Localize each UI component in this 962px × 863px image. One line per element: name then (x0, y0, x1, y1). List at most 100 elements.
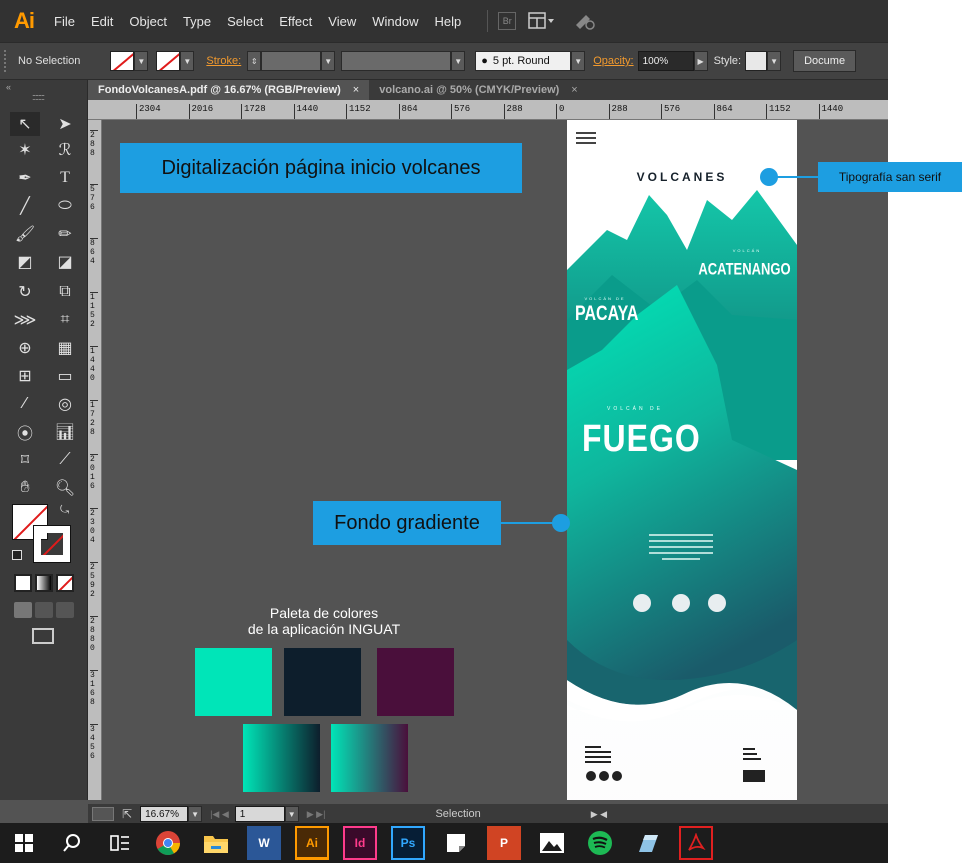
draw-inside-icon[interactable] (56, 602, 74, 618)
stroke-weight-stepper[interactable]: ⇕ (247, 51, 262, 71)
file-explorer-icon[interactable] (199, 826, 233, 860)
pen-tool-icon[interactable]: ✒ (10, 166, 40, 190)
slice-tool-icon[interactable]: ⟋ (50, 448, 80, 472)
bridge-button[interactable]: Br (498, 12, 517, 30)
rotate-tool-icon[interactable]: ↻ (10, 280, 40, 304)
hand-tool-icon[interactable]: ✋︎ (10, 476, 40, 500)
chrome-icon[interactable] (151, 826, 185, 860)
variable-width-dropdown[interactable]: ▼ (451, 51, 466, 71)
blend-tool-icon[interactable]: ◎ (50, 392, 80, 416)
export-icon[interactable]: ⇱ (122, 807, 132, 821)
last-artboard-icon[interactable]: ▶ ▶| (307, 809, 326, 820)
close-icon[interactable]: × (353, 84, 359, 96)
fill-swatch[interactable] (110, 51, 135, 71)
stroke-swatch[interactable] (156, 51, 181, 71)
perspective-grid-tool-icon[interactable]: ▦ (50, 336, 80, 360)
none-mode-icon[interactable] (56, 574, 74, 592)
line-segment-tool-icon[interactable]: ╱ (10, 194, 40, 218)
ellipse-tool-icon[interactable]: ⬭ (50, 194, 80, 218)
gradient-mode-icon[interactable] (35, 574, 53, 592)
sticky-notes-icon[interactable] (439, 826, 473, 860)
zoom-tool-icon[interactable]: 🔍︎ (50, 476, 80, 500)
menu-select[interactable]: Select (227, 14, 263, 29)
opacity-label[interactable]: Opacity: (593, 55, 633, 67)
eraser-tool-icon[interactable]: ◪ (50, 250, 80, 274)
word-icon[interactable]: W (247, 826, 281, 860)
lasso-tool-icon[interactable]: ℛ (50, 138, 80, 162)
color-mode-icon[interactable] (14, 574, 32, 592)
pencil-tool-icon[interactable]: ✏︎ (50, 222, 80, 246)
zoom-dropdown[interactable]: ▼ (188, 806, 203, 822)
blob-brush-tool-icon[interactable]: ◩ (10, 250, 40, 274)
arrange-documents-icon[interactable] (528, 12, 556, 30)
search-icon[interactable] (55, 826, 89, 860)
indesign-icon[interactable]: Id (343, 826, 377, 860)
width-tool-icon[interactable]: ⋙ (10, 308, 40, 332)
selection-tool-icon[interactable]: ↖ (10, 112, 40, 136)
status-menu-arrow[interactable]: ▶ ◀ (591, 809, 607, 820)
stroke-dropdown[interactable]: ▼ (180, 51, 195, 71)
paintbrush-tool-icon[interactable]: 🖌︎ (10, 222, 40, 246)
photoshop-icon[interactable]: Ps (391, 826, 425, 860)
fill-dropdown[interactable]: ▼ (134, 51, 149, 71)
menu-object[interactable]: Object (129, 14, 167, 29)
mesh-tool-icon[interactable]: ⊞ (10, 364, 40, 388)
swap-fill-stroke-icon[interactable]: ⤿ (60, 504, 69, 517)
stroke-weight-field[interactable] (261, 51, 322, 71)
stroke-weight-dropdown[interactable]: ▼ (321, 51, 336, 71)
horizontal-ruler[interactable]: 2304 2016 1728 1440 1152 864 576 288 0 288 576 864 1… (88, 100, 888, 120)
menu-window[interactable]: Window (372, 14, 418, 29)
app-launcher-icon[interactable] (631, 826, 665, 860)
scale-tool-icon[interactable]: ⧉ (50, 280, 80, 304)
style-swatch[interactable] (745, 51, 768, 71)
draw-behind-icon[interactable] (35, 602, 53, 618)
style-dropdown[interactable]: ▼ (767, 51, 782, 71)
menu-edit[interactable]: Edit (91, 14, 113, 29)
fill-stroke-widget[interactable]: ⤿ (12, 504, 74, 566)
draw-normal-icon[interactable] (14, 602, 32, 618)
spotify-icon[interactable] (583, 826, 617, 860)
menu-help[interactable]: Help (434, 14, 461, 29)
tab-fondovolcanes[interactable]: FondoVolcanesA.pdf @ 16.67% (RGB/Preview… (88, 80, 370, 100)
menu-file[interactable]: File (54, 14, 75, 29)
gpu-performance-icon[interactable] (574, 11, 596, 31)
photos-icon[interactable] (535, 826, 569, 860)
zoom-field[interactable]: 16.67% (140, 806, 189, 822)
eyedropper-tool-icon[interactable]: ⁄ (10, 392, 40, 416)
first-artboard-icon[interactable]: |◀ ◀ (210, 809, 229, 820)
direct-selection-tool-icon[interactable]: ➤ (50, 112, 80, 136)
artboard-number-dropdown[interactable]: ▼ (284, 806, 299, 822)
menu-effect[interactable]: Effect (279, 14, 312, 29)
gradient-tool-icon[interactable]: ▭ (50, 364, 80, 388)
magic-wand-tool-icon[interactable]: ✶ (10, 138, 40, 162)
type-tool-icon[interactable]: T (50, 166, 80, 190)
opacity-field[interactable]: 100% (637, 51, 694, 71)
collapse-panel-icon[interactable]: « (6, 82, 11, 92)
opacity-arrow[interactable]: ▶ (693, 51, 708, 71)
menu-view[interactable]: View (328, 14, 356, 29)
document-setup-button[interactable]: Docume (793, 50, 857, 72)
artboard-nav-icon[interactable] (92, 807, 114, 821)
artboard-tool-icon[interactable]: ⌑ (10, 448, 40, 472)
vertical-ruler[interactable]: 288 576 864 1152 1440 1728 2016 2304 2592 2880 316… (88, 120, 102, 800)
stroke-none-swatch[interactable] (33, 525, 71, 563)
acrobat-icon[interactable] (679, 826, 713, 860)
screen-mode-icon[interactable] (32, 628, 54, 644)
brush-definition[interactable]: ● 5 pt. Round (475, 51, 572, 71)
illustrator-icon[interactable]: Ai (295, 826, 329, 860)
brush-dropdown[interactable]: ▼ (571, 51, 586, 71)
close-icon[interactable]: × (571, 84, 577, 96)
task-view-icon[interactable] (103, 826, 137, 860)
artboard-number-field[interactable]: 1 (234, 806, 285, 822)
artboard-volcanes[interactable]: VOLCANES VOLCÁN ACATENANGO VOLCÁN DE PAC… (567, 120, 797, 800)
free-transform-tool-icon[interactable]: ⌗ (50, 308, 80, 332)
variable-width-profile[interactable] (341, 51, 452, 71)
stroke-label[interactable]: Stroke: (206, 55, 241, 67)
shape-builder-tool-icon[interactable]: ⊕ (10, 336, 40, 360)
column-graph-tool-icon[interactable]: 📊︎ (50, 420, 80, 444)
powerpoint-icon[interactable]: P (487, 826, 521, 860)
tab-volcano[interactable]: volcano.ai @ 50% (CMYK/Preview) × (369, 80, 588, 100)
default-fill-stroke-icon[interactable] (12, 550, 22, 560)
windows-start-icon[interactable] (7, 826, 41, 860)
menu-type[interactable]: Type (183, 14, 211, 29)
